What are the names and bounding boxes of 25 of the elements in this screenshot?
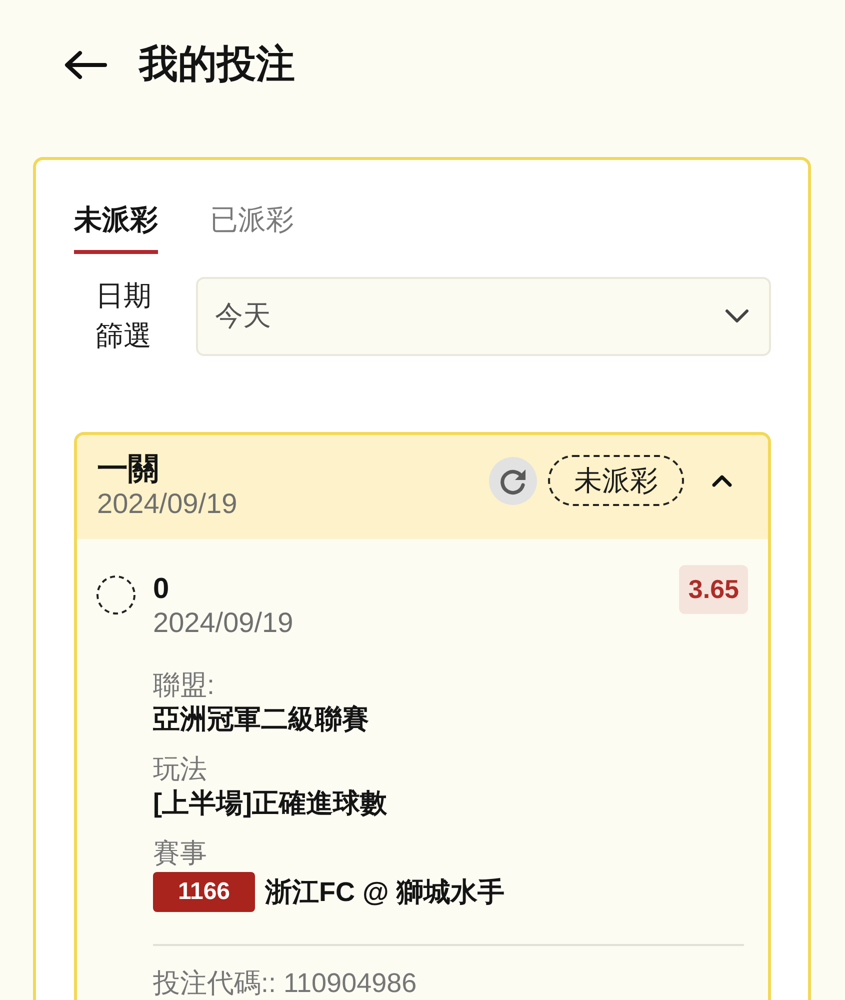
league-label: 聯盟:	[153, 669, 215, 702]
chevron-up-icon[interactable]	[712, 474, 732, 486]
date-filter-dropdown[interactable]: 今天	[196, 276, 771, 356]
back-arrow-icon[interactable]	[63, 50, 107, 80]
event-name: 浙江FC @ 獅城水手	[265, 876, 504, 909]
selection-date: 2024/09/19	[153, 606, 294, 640]
bet-date: 2024/09/19	[97, 488, 238, 520]
status-badge: 未派彩	[548, 455, 684, 506]
refresh-icon[interactable]	[489, 456, 537, 504]
odds-badge: 3.65	[679, 565, 748, 614]
selection-name: 0	[153, 572, 170, 606]
market-name: [上半場]正確進球數	[153, 787, 387, 820]
bet-code: 投注代碼:: 110904986	[153, 968, 417, 998]
filter-label: 日期篩選	[95, 279, 152, 353]
event-code-badge: 1166	[153, 872, 255, 912]
dropdown-value: 今天	[215, 299, 271, 333]
chevron-down-icon	[725, 309, 749, 323]
page-title: 我的投注	[139, 42, 295, 88]
market-label: 玩法	[153, 753, 207, 786]
tab[interactable]: 未派彩	[74, 202, 158, 254]
bet-type-title: 一關	[97, 450, 159, 488]
dashed-circle-icon	[96, 575, 136, 615]
event-label: 賽事	[153, 837, 207, 870]
tab[interactable]: 已派彩	[210, 202, 294, 254]
league-name: 亞洲冠軍二級聯賽	[153, 703, 369, 736]
